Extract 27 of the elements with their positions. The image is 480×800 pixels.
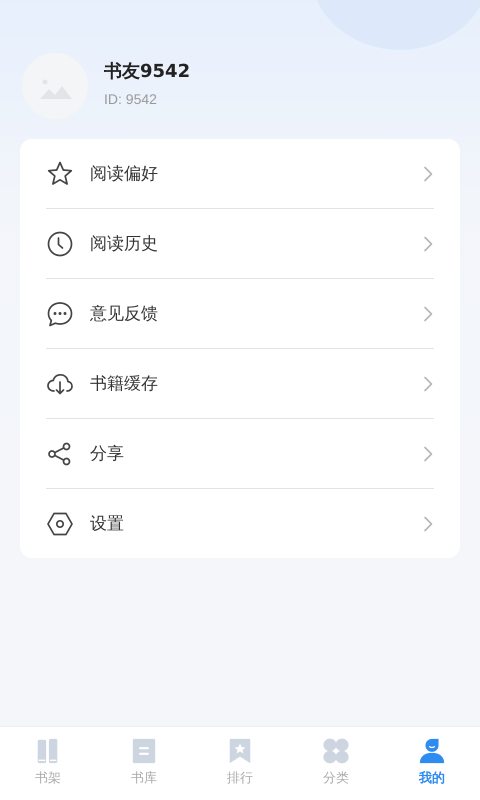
chat-icon: [46, 300, 74, 328]
chevron-right-icon: [423, 166, 433, 182]
grid-icon: [322, 737, 350, 765]
menu-item[interactable]: 分享: [46, 419, 434, 488]
menu-label: 书籍缓存: [90, 373, 159, 395]
menu-label: 设置: [90, 513, 125, 535]
chevron-right-icon: [423, 236, 433, 252]
settings-icon: [46, 510, 74, 538]
menu-label: 分享: [90, 443, 125, 465]
menu-item[interactable]: 意见反馈: [46, 279, 434, 348]
chevron-right-icon: [423, 516, 433, 532]
clock-icon: [46, 230, 74, 258]
star-icon: [46, 160, 74, 188]
menu-label: 意见反馈: [90, 303, 159, 325]
person-icon: [418, 737, 446, 765]
menu-label: 阅读偏好: [90, 163, 159, 185]
chevron-right-icon: [423, 306, 433, 322]
menu-item[interactable]: 阅读偏好: [46, 139, 434, 208]
menu-item[interactable]: 阅读历史: [46, 209, 434, 278]
menu-item[interactable]: 设置: [46, 489, 434, 558]
book-icon: [130, 737, 158, 765]
user-name: 书友9542: [104, 60, 190, 83]
menu-label: 阅读历史: [90, 233, 159, 255]
chevron-right-icon: [423, 446, 433, 462]
user-id: ID: 9542: [104, 91, 158, 107]
menu-item[interactable]: 书籍缓存: [46, 349, 434, 418]
chevron-right-icon: [423, 376, 433, 392]
